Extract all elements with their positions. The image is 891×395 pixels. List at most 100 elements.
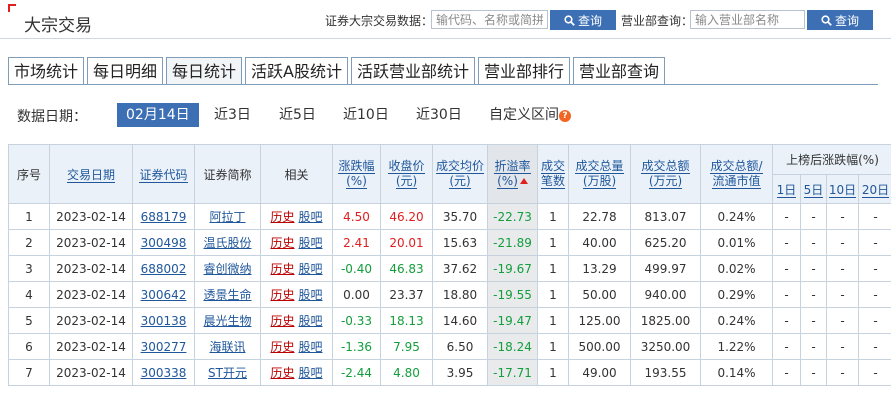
cell-close: 18.13 (380, 307, 433, 334)
branch-search-button-label: 查询 (834, 13, 859, 28)
cell-deals: 1 (537, 229, 569, 256)
stock-name-link[interactable]: 睿创微纳 (203, 262, 251, 276)
tab-market-stats[interactable]: 市场统计 (8, 57, 85, 85)
stock-code-link[interactable]: 688002 (141, 262, 187, 276)
stock-search-input[interactable] (431, 10, 548, 29)
col-post-5d[interactable]: 5日 (800, 174, 827, 204)
tab-branch-ranking[interactable]: 营业部排行 (478, 57, 571, 85)
stock-code-link[interactable]: 300277 (141, 340, 187, 354)
col-discount[interactable]: 折溢率 (%) (487, 144, 538, 204)
stock-code-link[interactable]: 300138 (141, 314, 187, 328)
tab-daily-detail[interactable]: 每日明细 (87, 57, 164, 85)
cell-seq: 6 (8, 333, 50, 360)
date-option-10d[interactable]: 近10日 (343, 103, 389, 127)
branch-search-input[interactable] (690, 10, 805, 29)
table-row: 2 2023-02-14 300498 温氏股份 历史 股吧 2.41 20.01 15.63-… (8, 229, 891, 256)
col-amount[interactable]: 成交总额 (万元) (630, 144, 701, 204)
stock-code-link[interactable]: 688179 (141, 210, 187, 224)
cell-post-10d: - (826, 229, 859, 256)
tab-bar: 市场统计 每日明细 每日统计 活跃A股统计 活跃营业部统计 营业部排行 营业部查… (8, 57, 668, 85)
branch-search-button[interactable]: 查询 (807, 10, 873, 30)
table-row: 1 2023-02-14 688179 阿拉丁 历史 股吧 4.50 46.20 35.70 -2… (8, 203, 891, 230)
col-amount-label: 成交总额 (万元) (641, 159, 690, 189)
stock-name-link[interactable]: 晨光生物 (203, 314, 251, 328)
history-link[interactable]: 历史 (270, 366, 294, 380)
cell-avg-price: 18.80 (432, 281, 488, 308)
cell-close: 7.95 (380, 333, 433, 360)
history-link[interactable]: 历史 (270, 314, 294, 328)
guba-link[interactable]: 股吧 (299, 314, 323, 328)
cell-avg-price: 15.63 (432, 229, 488, 256)
col-ratio[interactable]: 成交总额/ 流通市值 (700, 144, 773, 204)
date-option-5d[interactable]: 近5日 (279, 103, 316, 127)
stock-code-link[interactable]: 300338 (141, 366, 187, 380)
date-option-3d[interactable]: 近3日 (214, 103, 251, 127)
cell-close: 4.80 (380, 359, 433, 386)
guba-link[interactable]: 股吧 (299, 210, 323, 224)
cell-name: ST开元 (194, 359, 261, 386)
tab-active-a-shares[interactable]: 活跃A股统计 (245, 57, 348, 85)
cell-deals: 1 (537, 333, 569, 360)
guba-link[interactable]: 股吧 (299, 366, 323, 380)
stock-name-link[interactable]: 透景生命 (203, 288, 251, 302)
history-link[interactable]: 历史 (270, 262, 294, 276)
cell-ratio: 0.24% (700, 307, 773, 334)
tab-branch-query[interactable]: 营业部查询 (573, 57, 666, 85)
search-icon (564, 14, 575, 26)
table-row: 4 2023-02-14 300642 透景生命 历史 股吧 0.00 23.37 18.80-… (8, 281, 891, 308)
date-option-30d[interactable]: 近30日 (416, 103, 462, 127)
cell-date: 2023-02-14 (49, 229, 133, 256)
help-icon[interactable]: ? (559, 110, 571, 122)
cell-post-10d: - (826, 307, 859, 334)
date-filter: 数据日期： 02月14日 近3日 近5日 近10日 近30日 自定义区间 ? (0, 102, 891, 128)
history-link[interactable]: 历史 (270, 288, 294, 302)
cell-deals: 1 (537, 203, 569, 230)
col-date[interactable]: 交易日期 (49, 144, 133, 204)
stock-search-button[interactable]: 查询 (550, 10, 616, 30)
cell-code: 300277 (132, 333, 195, 360)
cell-date: 2023-02-14 (49, 359, 133, 386)
cell-code: 688179 (132, 203, 195, 230)
col-avg-price[interactable]: 成交均价 (元) (432, 144, 488, 204)
col-volume[interactable]: 成交总量 (万股) (568, 144, 631, 204)
cell-post-1d: - (772, 281, 801, 308)
date-option-custom[interactable]: 自定义区间 (489, 103, 559, 127)
col-code[interactable]: 证券代码 (132, 144, 195, 204)
cell-avg-price: 14.60 (432, 307, 488, 334)
tab-active-branches[interactable]: 活跃营业部统计 (351, 57, 476, 85)
col-post-20d-label: 20日 (861, 182, 890, 198)
history-link[interactable]: 历史 (270, 236, 294, 250)
cell-name: 晨光生物 (194, 307, 261, 334)
cell-post-10d: - (826, 281, 859, 308)
stock-code-link[interactable]: 300498 (141, 236, 187, 250)
history-link[interactable]: 历史 (270, 210, 294, 224)
history-link[interactable]: 历史 (270, 340, 294, 354)
stock-code-link[interactable]: 300642 (141, 288, 187, 302)
col-post-10d[interactable]: 10日 (826, 174, 859, 204)
stock-name-link[interactable]: 海联讯 (209, 340, 245, 354)
stock-name-link[interactable]: 温氏股份 (203, 236, 251, 250)
cell-post-20d: - (857, 307, 891, 334)
guba-link[interactable]: 股吧 (299, 288, 323, 302)
cell-post-10d: - (826, 359, 859, 386)
cell-ratio: 1.22% (700, 333, 773, 360)
cell-date: 2023-02-14 (49, 281, 133, 308)
col-close-label: 收盘价 (元) (388, 159, 425, 189)
cell-change: 0.00 (332, 281, 381, 308)
col-deals[interactable]: 成交 笔数 (537, 144, 569, 204)
col-close[interactable]: 收盘价 (元) (380, 144, 433, 204)
cell-volume: 13.29 (568, 255, 631, 282)
tab-daily-stats[interactable]: 每日统计 (166, 57, 243, 85)
guba-link[interactable]: 股吧 (299, 340, 323, 354)
col-post-1d[interactable]: 1日 (772, 174, 801, 204)
stock-name-link[interactable]: 阿拉丁 (209, 210, 245, 224)
cell-close: 20.01 (380, 229, 433, 256)
table-row: 3 2023-02-14 688002 睿创微纳 历史 股吧 -0.40 46.83 37.62… (8, 255, 891, 282)
guba-link[interactable]: 股吧 (299, 262, 323, 276)
stock-name-link[interactable]: ST开元 (208, 366, 247, 380)
date-option-today[interactable]: 02月14日 (117, 103, 199, 127)
col-post-20d[interactable]: 20日 (857, 174, 891, 204)
guba-link[interactable]: 股吧 (299, 236, 323, 250)
cell-related: 历史 股吧 (260, 203, 333, 230)
col-change[interactable]: 涨跌幅 (%) (332, 144, 381, 204)
